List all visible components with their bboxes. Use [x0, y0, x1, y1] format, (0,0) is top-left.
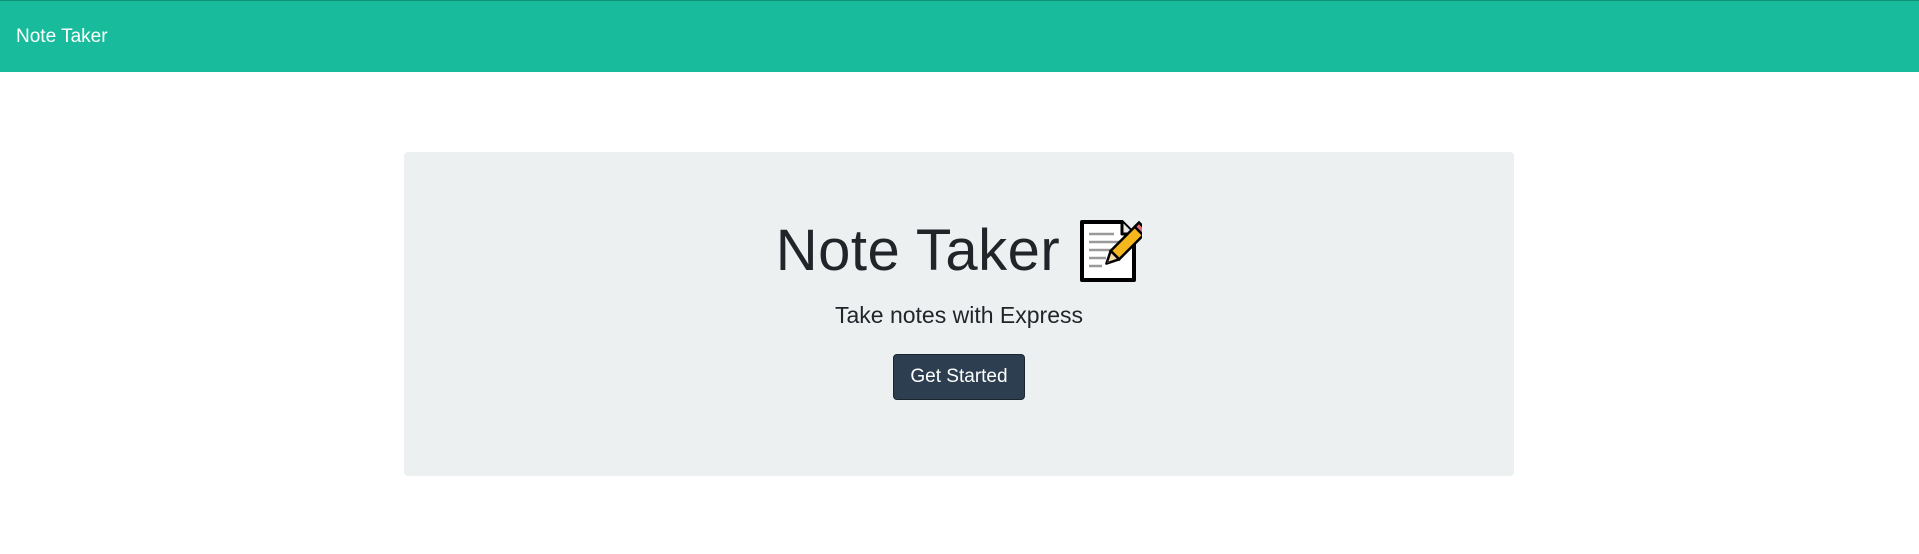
get-started-button[interactable]: Get Started [893, 354, 1025, 400]
hero-jumbotron: Note Taker Take notes with Express Get S… [404, 152, 1514, 476]
page-title: Note Taker [775, 218, 1061, 283]
memo-icon [1076, 218, 1150, 284]
navbar: Note Taker [0, 0, 1919, 72]
hero-subtitle: Take notes with Express [834, 302, 1083, 328]
hero-title-row: Note Taker [775, 216, 1150, 286]
navbar-brand-link[interactable]: Note Taker [16, 26, 108, 48]
